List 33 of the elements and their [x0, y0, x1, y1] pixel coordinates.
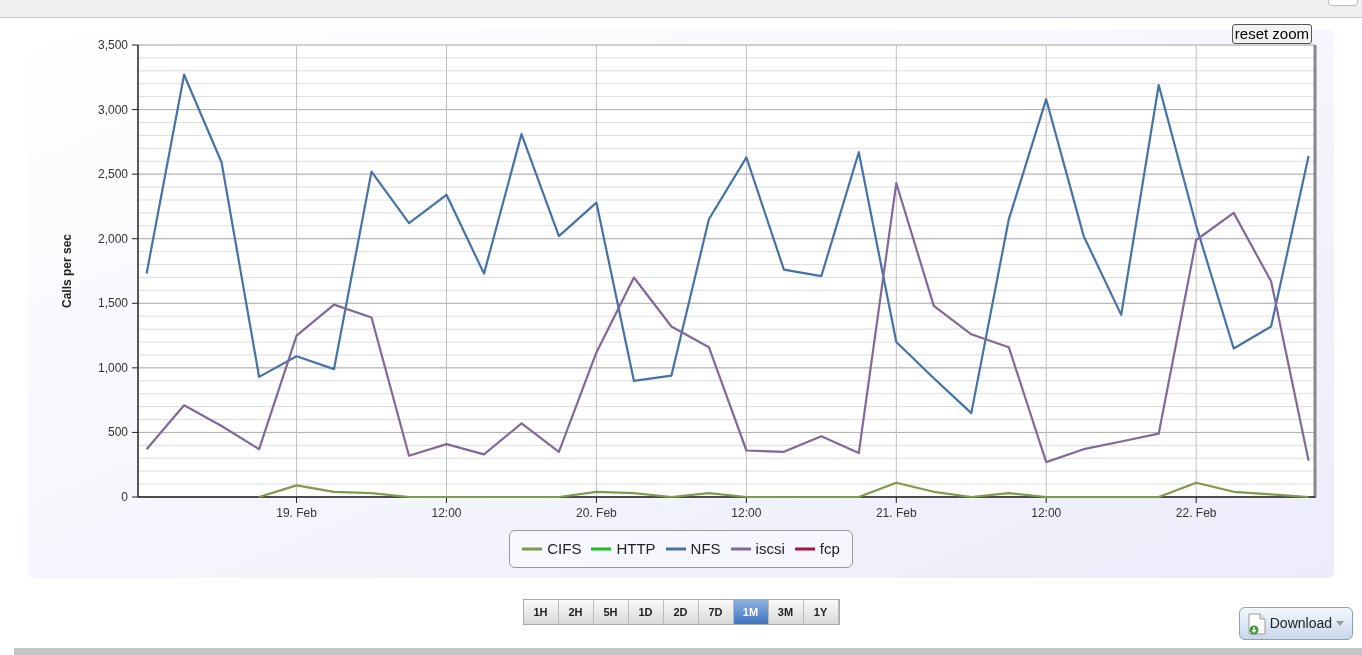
- y-tick-label: 1,000: [97, 360, 128, 375]
- legend-label[interactable]: NFS: [690, 537, 721, 561]
- x-tick-label: 12:00: [730, 506, 761, 520]
- reset-zoom-button[interactable]: reset zoom: [1231, 24, 1312, 44]
- legend-label[interactable]: CIFS: [547, 537, 582, 561]
- y-tick-label: 0: [120, 490, 128, 504]
- y-tick-label: 500: [107, 425, 128, 440]
- x-tick-label: 12:00: [1030, 506, 1061, 520]
- x-tick-label: 20. Feb: [575, 506, 617, 520]
- download-button[interactable]: Download: [1238, 607, 1353, 640]
- x-tick-label: 19. Feb: [275, 506, 317, 520]
- y-tick-label: 1,500: [97, 296, 128, 311]
- caret-icon: [1336, 621, 1344, 626]
- document-download-icon: [1247, 612, 1266, 635]
- range-button[interactable]: 1Y: [803, 600, 839, 624]
- y-tick-label: 2,000: [97, 231, 128, 246]
- y-tick-label: 3,500: [97, 38, 128, 52]
- legend-label[interactable]: fcp: [819, 537, 840, 561]
- x-tick-label: 22. Feb: [1175, 506, 1217, 520]
- y-tick-label: 2,500: [97, 167, 128, 182]
- y-axis-title: Calls per sec: [59, 234, 74, 308]
- range-button[interactable]: 1D: [628, 600, 664, 624]
- y-tick-label: 3,000: [97, 102, 128, 117]
- range-button[interactable]: 5H: [593, 600, 629, 624]
- legend-label[interactable]: iscsi: [755, 537, 785, 561]
- range-button[interactable]: 1H: [523, 600, 559, 624]
- range-button[interactable]: 3M: [768, 600, 804, 624]
- range-button[interactable]: 2H: [558, 600, 594, 624]
- x-tick-label: 21. Feb: [875, 506, 917, 520]
- legend-label[interactable]: HTTP: [616, 537, 656, 561]
- x-tick-label: 12:00: [431, 506, 461, 520]
- range-button[interactable]: 2D: [663, 600, 699, 624]
- range-button[interactable]: 7D: [698, 600, 734, 624]
